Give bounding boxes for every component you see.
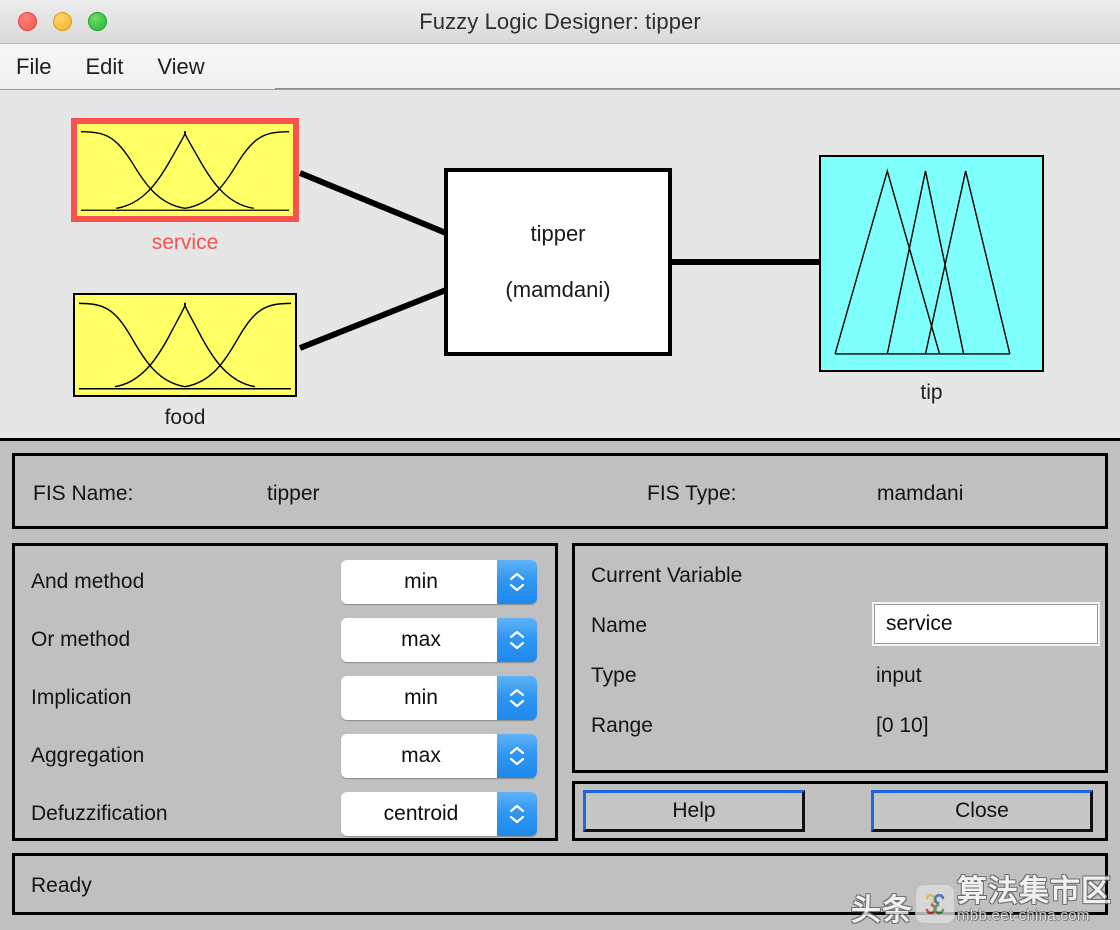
fis-summary-row: FIS Name: tipper FIS Type: mamdani [12,453,1108,529]
menu-item-view[interactable]: View [157,54,204,80]
input-variable-food-label: food [164,406,206,429]
tip-mf-preview[interactable] [819,155,1044,372]
chevron-down-icon[interactable] [509,815,525,824]
fis-diagram-canvas: service food tipper (mamdani) tip [0,90,1120,438]
fis-name-value: tipper [267,482,320,505]
output-variable-tip-label: tip [920,381,943,404]
aggregation-label: Aggregation [31,744,145,767]
fis-system-node[interactable]: tipper (mamdani) [444,168,672,356]
variable-type-label: Type [591,664,637,687]
chevron-down-icon[interactable] [509,641,525,650]
service-mf-curves [80,130,290,211]
help-button[interactable]: Help [583,790,805,832]
service-mf-preview[interactable] [71,118,299,222]
defuzzification-select[interactable]: centroid [341,792,537,836]
fis-type-value: mamdani [877,482,964,505]
variable-name-label: Name [591,614,648,637]
dialog-buttons-panel: Help Close [572,781,1108,841]
food-mf-preview[interactable] [73,293,297,397]
implication-row: Implication min [31,674,545,722]
and-method-stepper-buttons[interactable] [497,560,537,604]
chevron-down-icon[interactable] [509,757,525,766]
aggregation-row: Aggregation max [31,732,545,780]
close-button-dialog[interactable]: Close [871,790,1093,832]
aggregation-select[interactable]: max [341,734,537,778]
or-method-stepper-buttons[interactable] [497,618,537,662]
menu-item-file[interactable]: File [16,54,51,80]
fuzzy-logic-designer-window: Fuzzy Logic Designer: tipper File Edit V… [0,0,1120,930]
inference-methods-panel: And method min Or method max Implication… [12,543,558,841]
defuzzification-label: Defuzzification [31,802,168,825]
chevron-down-icon[interactable] [509,699,525,708]
variable-range-label: Range [591,714,653,737]
or-method-select[interactable]: max [341,618,537,662]
variable-type-value: input [876,664,922,687]
input-variable-food[interactable]: food [73,293,297,430]
current-variable-heading: Current Variable [591,564,743,587]
input-variable-service-label: service [151,231,219,254]
implication-label: Implication [31,686,132,709]
properties-area: FIS Name: tipper FIS Type: mamdani And m… [0,438,1120,930]
fis-name-label: FIS Name: [33,482,134,505]
or-method-row: Or method max [31,616,545,664]
or-method-label: Or method [31,628,131,651]
implication-select[interactable]: min [341,676,537,720]
menu-bar: File Edit View [0,44,1120,90]
status-bar: Ready [12,853,1108,915]
window-title: Fuzzy Logic Designer: tipper [419,8,701,34]
output-variable-tip[interactable]: tip [819,155,1044,405]
fis-system-name: tipper [530,221,586,246]
chevron-down-icon[interactable] [509,583,525,592]
fis-system-type: (mamdani) [505,277,611,302]
and-method-select[interactable]: min [341,560,537,604]
chevron-up-icon[interactable] [509,746,525,755]
chevron-up-icon[interactable] [509,804,525,813]
variable-name-input[interactable]: service [872,602,1100,646]
title-bar: Fuzzy Logic Designer: tipper [0,0,1120,44]
chevron-up-icon[interactable] [509,688,525,697]
tip-mf-curves [834,168,1011,355]
fis-type-label: FIS Type: [647,482,737,505]
menu-item-edit[interactable]: Edit [85,54,123,80]
and-method-row: And method min [31,558,545,606]
input-variable-service[interactable]: service [71,118,299,255]
food-mf-curves [78,302,292,390]
chevron-up-icon[interactable] [509,572,525,581]
implication-stepper-buttons[interactable] [497,676,537,720]
defuzzification-stepper-buttons[interactable] [497,792,537,836]
current-variable-panel: Current Variable Name service Type input… [572,543,1108,773]
chevron-up-icon[interactable] [509,630,525,639]
aggregation-stepper-buttons[interactable] [497,734,537,778]
defuzzification-row: Defuzzification centroid [31,790,545,838]
variable-range-value: [0 10] [876,714,929,737]
and-method-label: And method [31,570,145,593]
status-text: Ready [31,874,92,897]
